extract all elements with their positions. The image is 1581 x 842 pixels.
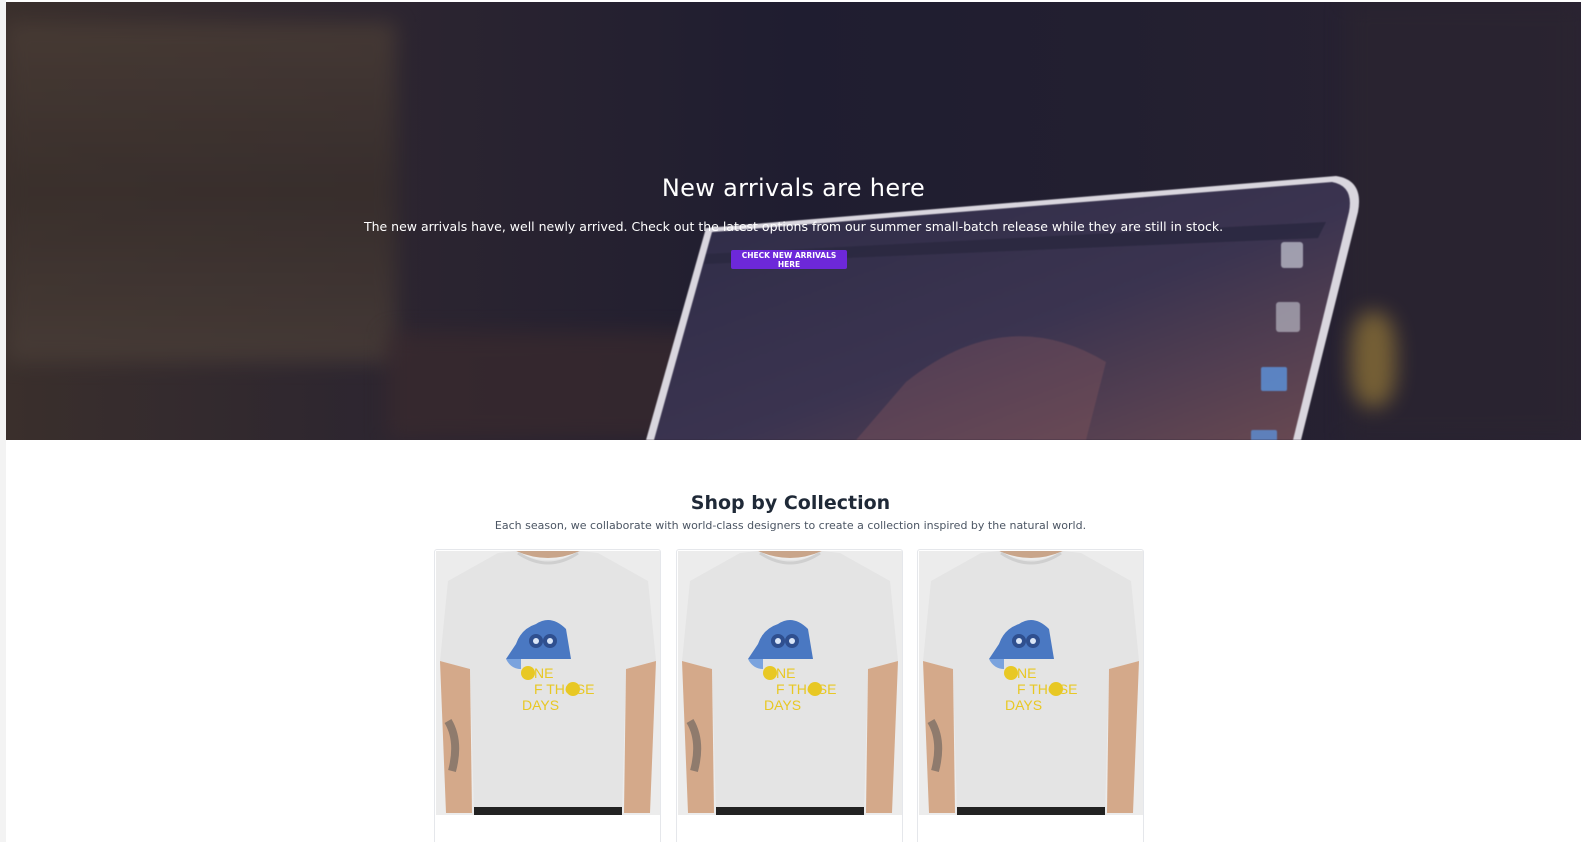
hero-title: New arrivals are here (661, 174, 926, 202)
t-shirt-graphic: NE F THOSE DAYS (678, 551, 902, 815)
collection-card[interactable]: NE F THOSE DAYS (434, 549, 661, 842)
svg-text:F THOSE: F THOSE (1017, 681, 1077, 697)
svg-text:NE: NE (1017, 665, 1036, 681)
hero-description: The new arrivals have, well newly arrive… (363, 219, 1224, 234)
svg-text:DAYS: DAYS (764, 697, 801, 713)
t-shirt-product-image[interactable]: NE F THOSE DAYS (678, 551, 902, 815)
collection-card[interactable]: NE F THOSE DAYS (917, 549, 1144, 842)
t-shirt-product-image[interactable]: NE F THOSE DAYS (919, 551, 1143, 815)
svg-text:DAYS: DAYS (522, 697, 559, 713)
svg-text:NE: NE (776, 665, 795, 681)
t-shirt-product-image[interactable]: NE F THOSE DAYS (436, 551, 660, 815)
svg-text:DAYS: DAYS (1005, 697, 1042, 713)
svg-text:F THOSE: F THOSE (776, 681, 836, 697)
collection-title: Shop by Collection (690, 492, 891, 514)
t-shirt-graphic: NE F THOSE DAYS (436, 551, 660, 815)
check-new-arrivals-button[interactable]: CHECK NEW ARRIVALS HERE (731, 250, 847, 269)
svg-text:F THOSE: F THOSE (534, 681, 594, 697)
collection-description: Each season, we collaborate with world-c… (494, 519, 1087, 532)
svg-text:NE: NE (534, 665, 553, 681)
t-shirt-graphic: NE F THOSE DAYS (919, 551, 1143, 815)
hero-banner: New arrivals are here The new arrivals h… (6, 2, 1581, 440)
collection-card[interactable]: NE F THOSE DAYS (676, 549, 903, 842)
